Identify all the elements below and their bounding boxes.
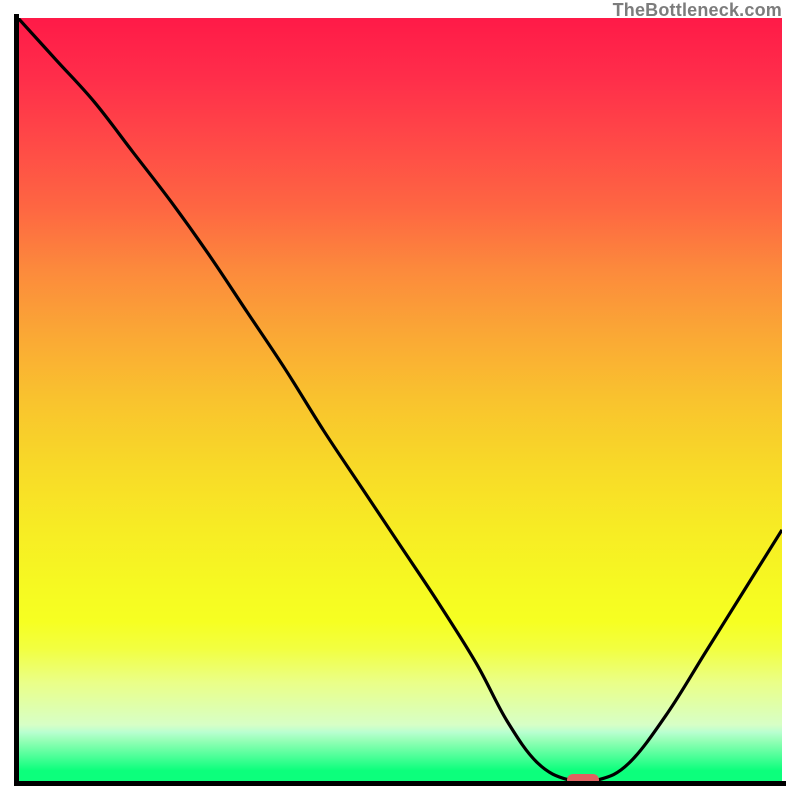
curve-path [18, 18, 782, 782]
plot-area [18, 18, 782, 782]
bottleneck-chart: TheBottleneck.com [0, 0, 800, 800]
bottleneck-curve [18, 18, 782, 782]
optimal-marker [567, 774, 599, 782]
watermark-text: TheBottleneck.com [613, 0, 782, 21]
